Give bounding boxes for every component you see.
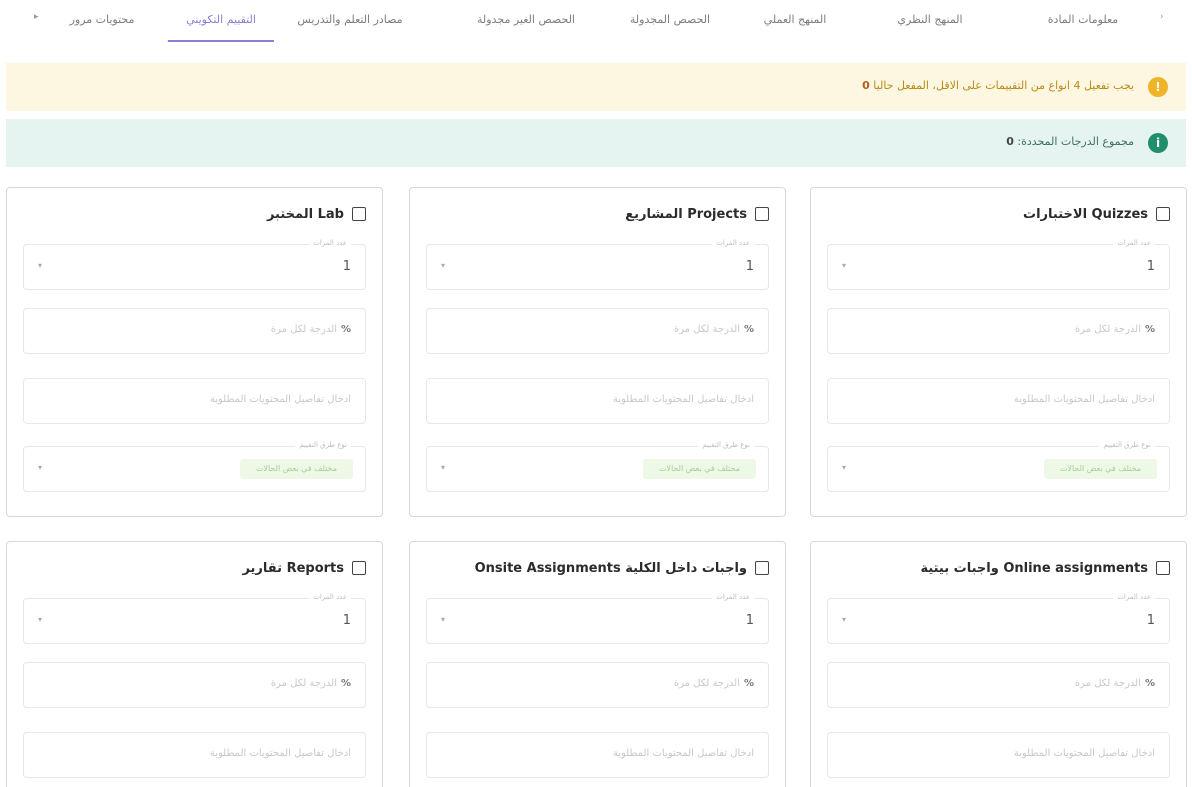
percent-icon: % [340,324,351,335]
assessment-card-onsite-assignments: واجبات داخل الكلية Onsite Assignments عد… [409,541,786,787]
notes-input[interactable]: ادخال تفاصيل المحتويات المطلوبة [426,732,769,778]
online-assignments-checkbox[interactable] [1156,561,1170,575]
tab-course-info[interactable]: معلومات المادة [1048,0,1118,42]
card-title: Online assignments واجبات بيتية [920,560,1148,576]
onsite-assignments-checkbox[interactable] [755,561,769,575]
count-select[interactable]: عدد المرات 1 ▾ [426,239,769,290]
chevron-down-icon: ▾ [441,463,446,472]
tab-formative-assessment[interactable]: التقييم التكويني [168,0,274,42]
tab-practical-syllabus[interactable]: المنهج العملي [764,0,827,42]
grade-input[interactable]: %الدرجة لكل مرة [23,662,366,708]
assessment-card-projects: Projects المشاريع عدد المرات 1 ▾ %الدرجة ل… [409,187,786,517]
notes-input[interactable]: ادخال تفاصيل المحتويات المطلوبة [426,378,769,424]
card-title: Lab المختبر [266,206,344,222]
reports-checkbox[interactable] [352,561,366,575]
count-select[interactable]: عدد المرات 1 ▾ [23,593,366,644]
warning-icon: ! [1148,77,1168,97]
chevron-down-icon: ▾ [842,261,847,270]
type-select[interactable]: نوع طرق التقييم مختلف في بعض الحالات ▾ [827,441,1170,492]
grade-input[interactable]: %الدرجة لكل مرة [23,308,366,354]
assessment-card-quizzes: Quizzes الاختبارات عدد المرات 1 ▾ %الدرجة … [810,187,1187,517]
percent-icon: % [340,678,351,689]
notes-input[interactable]: ادخال تفاصيل المحتويات المطلوبة [23,378,366,424]
tab-unscheduled-classes[interactable]: الحصص الغير مجدولة [477,0,575,42]
grade-input[interactable]: %الدرجة لكل مرة [426,308,769,354]
info-alert-text: مجموع الدرجات المحددة: 0 [1006,135,1134,148]
quizzes-checkbox[interactable] [1156,207,1170,221]
projects-checkbox[interactable] [755,207,769,221]
grade-input[interactable]: %الدرجة لكل مرة [827,662,1170,708]
count-select[interactable]: عدد المرات 1 ▾ [23,239,366,290]
warning-count: 0 [862,79,870,92]
chevron-down-icon: ▾ [842,615,847,624]
tab-learning-resources[interactable]: مصادر التعلم والتدريس [297,0,402,42]
percent-icon: % [1144,678,1155,689]
tab-theory-syllabus[interactable]: المنهج النظري [897,0,962,42]
warning-alert-text: يجب تفعيل 4 انواع من التقييمات على الاقل… [862,79,1134,92]
chevron-down-icon: ▾ [38,463,43,472]
assessment-card-online-assignments: Online assignments واجبات بيتية عدد المر… [810,541,1187,787]
card-title: Projects المشاريع [625,206,747,222]
type-chip[interactable]: مختلف في بعض الحالات [1043,459,1157,479]
tab-scheduled-classes[interactable]: الحصص المجدولة [630,0,710,42]
card-title: واجبات داخل الكلية Onsite Assignments [474,560,747,576]
card-title: Quizzes الاختبارات [1023,206,1148,222]
info-alert: i مجموع الدرجات المحددة: 0 [6,119,1186,167]
lab-checkbox[interactable] [352,207,366,221]
count-select[interactable]: عدد المرات 1 ▾ [827,239,1170,290]
tab-contents[interactable]: محتويات مرور [70,0,135,42]
assessment-card-lab: Lab المختبر عدد المرات 1 ▾ %الدرجة لكل مرة… [6,187,383,517]
type-chip[interactable]: مختلف في بعض الحالات [642,459,756,479]
notes-input[interactable]: ادخال تفاصيل المحتويات المطلوبة [827,732,1170,778]
chevron-down-icon: ▾ [441,615,446,624]
chevron-left-icon[interactable]: ‹ [1160,12,1164,22]
chevron-down-icon: ▾ [38,261,43,270]
count-select[interactable]: عدد المرات 1 ▾ [426,593,769,644]
tabs-bar: ‹ معلومات المادة المنهج النظري المنهج ال… [0,0,1192,46]
type-select[interactable]: نوع طرق التقييم مختلف في بعض الحالات ▾ [23,441,366,492]
type-chip[interactable]: مختلف في بعض الحالات [239,459,353,479]
card-title: Reports تقارير [242,560,344,576]
notes-input[interactable]: ادخال تفاصيل المحتويات المطلوبة [827,378,1170,424]
grades-total: 0 [1006,135,1014,148]
chevron-right-icon[interactable]: ▸ [34,12,39,22]
info-icon: i [1148,133,1168,153]
notes-input[interactable]: ادخال تفاصيل المحتويات المطلوبة [23,732,366,778]
grade-input[interactable]: %الدرجة لكل مرة [827,308,1170,354]
chevron-down-icon: ▾ [842,463,847,472]
assessment-card-reports: Reports تقارير عدد المرات 1 ▾ %الدرجة لكل … [6,541,383,787]
grade-input[interactable]: %الدرجة لكل مرة [426,662,769,708]
percent-icon: % [743,678,754,689]
chevron-down-icon: ▾ [441,261,446,270]
type-select[interactable]: نوع طرق التقييم مختلف في بعض الحالات ▾ [426,441,769,492]
warning-alert: ! يجب تفعيل 4 انواع من التقييمات على الا… [6,63,1186,111]
percent-icon: % [1144,324,1155,335]
percent-icon: % [743,324,754,335]
count-select[interactable]: عدد المرات 1 ▾ [827,593,1170,644]
chevron-down-icon: ▾ [38,615,43,624]
